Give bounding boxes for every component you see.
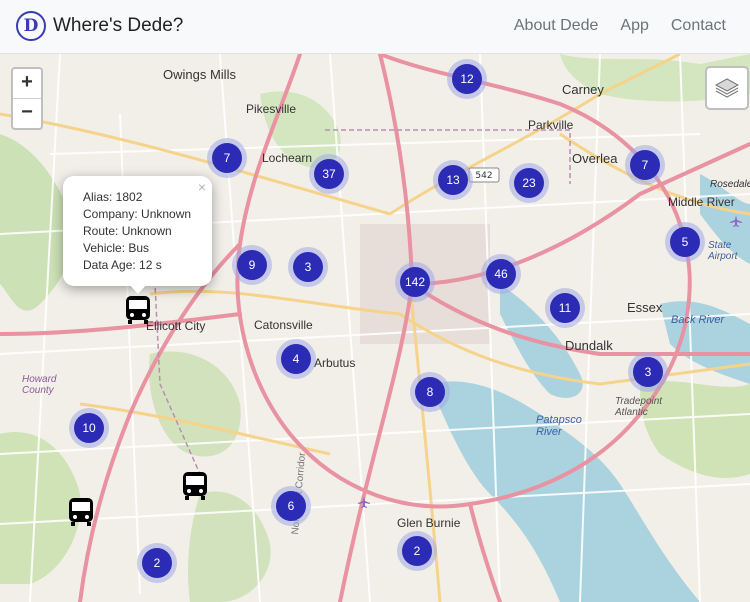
popup-data-age: Data Age: 12 s — [83, 258, 162, 272]
layers-icon — [714, 78, 740, 98]
cluster-count: 9 — [237, 250, 267, 280]
cluster-count: 37 — [314, 159, 344, 189]
cluster-marker[interactable]: 4 — [276, 339, 316, 379]
cluster-count: 3 — [633, 357, 663, 387]
popup-vehicle: Vehicle: Bus — [83, 241, 150, 255]
cluster-marker[interactable]: 10 — [69, 408, 109, 448]
airport-icon — [730, 215, 742, 227]
cluster-marker[interactable]: 7 — [207, 138, 247, 178]
cluster-count: 12 — [452, 64, 482, 94]
cluster-count: 3 — [293, 252, 323, 282]
cluster-marker[interactable]: 3 — [288, 247, 328, 287]
cluster-count: 8 — [415, 377, 445, 407]
zoom-in-button[interactable]: + — [13, 69, 41, 99]
cluster-count: 46 — [486, 259, 516, 289]
nav-links: About Dede App Contact — [492, 17, 726, 35]
cluster-marker[interactable]: 13 — [433, 160, 473, 200]
cluster-count: 5 — [670, 227, 700, 257]
cluster-count: 13 — [438, 165, 468, 195]
cluster-count: 7 — [630, 150, 660, 180]
brand[interactable]: D Where's Dede? — [16, 10, 183, 42]
popup-tip — [129, 284, 147, 294]
cluster-marker[interactable]: 5 — [665, 222, 705, 262]
popup-alias: Alias: 1802 — [83, 190, 143, 204]
cluster-count: 2 — [402, 536, 432, 566]
map[interactable]: Owings Mills Pikesville Lochearn Carney … — [0, 54, 750, 602]
airport-icon — [358, 496, 370, 508]
cluster-marker[interactable]: 8 — [410, 372, 450, 412]
popup-company: Company: Unknown — [83, 207, 192, 221]
cluster-marker[interactable]: 11 — [545, 288, 585, 328]
cluster-count: 142 — [400, 267, 430, 297]
bus-marker-icon[interactable] — [124, 294, 152, 326]
nav-link-app[interactable]: App — [620, 17, 648, 35]
bus-marker-icon[interactable] — [67, 496, 95, 528]
zoom-control: + − — [11, 67, 43, 130]
road-shield-label: 542 — [475, 171, 492, 181]
cluster-marker[interactable]: 23 — [509, 163, 549, 203]
cluster-marker[interactable]: 46 — [481, 254, 521, 294]
zoom-out-button[interactable]: − — [13, 99, 41, 128]
cluster-count: 11 — [550, 293, 580, 323]
popup-close-button[interactable]: × — [198, 179, 206, 195]
cluster-marker[interactable]: 12 — [447, 59, 487, 99]
cluster-marker[interactable]: 9 — [232, 245, 272, 285]
cluster-count: 7 — [212, 143, 242, 173]
road-shields: 542 — [468, 167, 500, 183]
cluster-marker[interactable]: 2 — [137, 543, 177, 583]
popup-route: Route: Unknown — [83, 224, 172, 238]
cluster-count: 23 — [514, 168, 544, 198]
cluster-marker[interactable]: 6 — [271, 486, 311, 526]
cluster-count: 10 — [74, 413, 104, 443]
layers-button[interactable] — [705, 66, 749, 110]
cluster-marker[interactable]: 37 — [309, 154, 349, 194]
dede-logo-icon: D — [16, 11, 46, 41]
nav-link-about[interactable]: About Dede — [514, 17, 599, 35]
cluster-marker[interactable]: 142 — [395, 262, 435, 302]
cluster-count: 4 — [281, 344, 311, 374]
navbar: D Where's Dede? About Dede App Contact — [0, 0, 750, 54]
brand-name[interactable]: Where's Dede? — [53, 15, 183, 37]
bus-marker-icon[interactable] — [181, 470, 209, 502]
cluster-marker[interactable]: 2 — [397, 531, 437, 571]
cluster-count: 6 — [276, 491, 306, 521]
cluster-marker[interactable]: 7 — [625, 145, 665, 185]
nav-link-contact[interactable]: Contact — [671, 17, 726, 35]
cluster-marker[interactable]: 3 — [628, 352, 668, 392]
vehicle-popup: × Alias: 1802 Company: Unknown Route: Un… — [63, 176, 212, 294]
cluster-count: 2 — [142, 548, 172, 578]
